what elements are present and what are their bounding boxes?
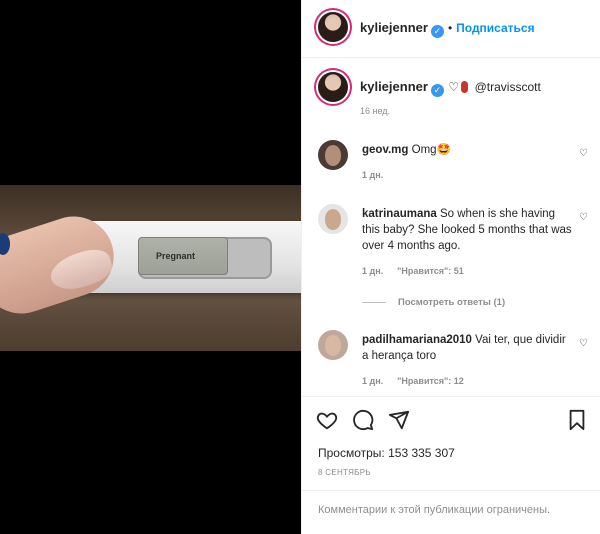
comment-meta: 1 дн. "Нравится": 12 bbox=[362, 376, 478, 386]
post-media[interactable]: Pregnant bbox=[0, 0, 301, 534]
verified-badge-icon: ✓ bbox=[430, 84, 444, 97]
comment-likes[interactable]: "Нравится": 12 bbox=[397, 376, 464, 386]
commenter-avatar[interactable] bbox=[318, 330, 348, 360]
views-count: Просмотры: 153 335 307 bbox=[318, 446, 455, 460]
mention-link[interactable]: @travisscott bbox=[475, 80, 541, 94]
comment-username[interactable]: katrinaumana bbox=[362, 208, 437, 220]
comment-likes[interactable]: "Нравится": 51 bbox=[397, 266, 464, 276]
post-photo: Pregnant bbox=[0, 185, 301, 351]
comment-item: padilhamariana2010 Vai ter, que dividir … bbox=[318, 330, 598, 392]
comment-text: geov.mg Omg🤩 bbox=[362, 142, 574, 158]
comment-body: Omg🤩 bbox=[411, 144, 451, 156]
post-header: kyliejenner ✓ • Подписаться bbox=[302, 0, 600, 58]
commenter-avatar[interactable] bbox=[318, 140, 348, 170]
author-username[interactable]: kyliejenner bbox=[360, 20, 428, 35]
separator-dot: • bbox=[447, 21, 453, 35]
like-comment-heart-icon[interactable]: ♡ bbox=[579, 212, 588, 223]
author-avatar[interactable] bbox=[318, 12, 348, 42]
post-side-panel: kyliejenner ✓ • Подписаться kyliejenner ✓ ♡ … bbox=[301, 0, 600, 534]
comments-restricted-notice: Комментарии к этой публикации ограничены… bbox=[302, 490, 600, 534]
comment-username[interactable]: padilhamariana2010 bbox=[362, 334, 472, 346]
view-replies-label[interactable]: Посмотреть ответы (1) bbox=[398, 297, 505, 308]
post-date: 8 СЕНТЯБРЬ bbox=[318, 468, 371, 477]
save-bookmark-icon[interactable] bbox=[566, 409, 588, 431]
heart-emoji-icon: ♡ bbox=[448, 80, 460, 94]
comment-meta: 1 дн. bbox=[362, 170, 397, 180]
comment-age: 1 дн. bbox=[362, 266, 384, 276]
comment-age: 1 дн. bbox=[362, 376, 384, 386]
comment-meta: 1 дн. "Нравится": 51 bbox=[362, 266, 478, 276]
commenter-avatar[interactable] bbox=[318, 204, 348, 234]
comment-username[interactable]: geov.mg bbox=[362, 144, 408, 156]
comment-item: geov.mg Omg🤩 1 дн. ♡ bbox=[318, 140, 598, 190]
share-send-icon[interactable] bbox=[388, 409, 410, 431]
like-comment-heart-icon[interactable]: ♡ bbox=[579, 338, 588, 349]
like-comment-heart-icon[interactable]: ♡ bbox=[579, 148, 588, 159]
comment-text: katrinaumana So when is she having this … bbox=[362, 206, 574, 254]
comment-bubble-icon[interactable] bbox=[352, 409, 374, 431]
comment-text: padilhamariana2010 Vai ter, que dividir … bbox=[362, 332, 574, 364]
verified-badge-icon: ✓ bbox=[430, 25, 444, 38]
pregnant-emoji-icon bbox=[461, 81, 469, 93]
view-replies-button[interactable]: Посмотреть ответы (1) bbox=[362, 297, 505, 308]
follow-button[interactable]: Подписаться bbox=[456, 21, 534, 35]
caption-age: 16 нед. bbox=[360, 106, 391, 116]
comment-item: katrinaumana So when is she having this … bbox=[318, 204, 598, 284]
caption-username[interactable]: kyliejenner bbox=[360, 79, 428, 94]
replies-divider bbox=[362, 301, 386, 303]
like-heart-icon[interactable] bbox=[316, 409, 338, 431]
test-result-text: Pregnant bbox=[138, 237, 228, 275]
comment-age: 1 дн. bbox=[362, 170, 384, 180]
caption-avatar[interactable] bbox=[318, 72, 348, 102]
action-bar bbox=[302, 396, 600, 444]
